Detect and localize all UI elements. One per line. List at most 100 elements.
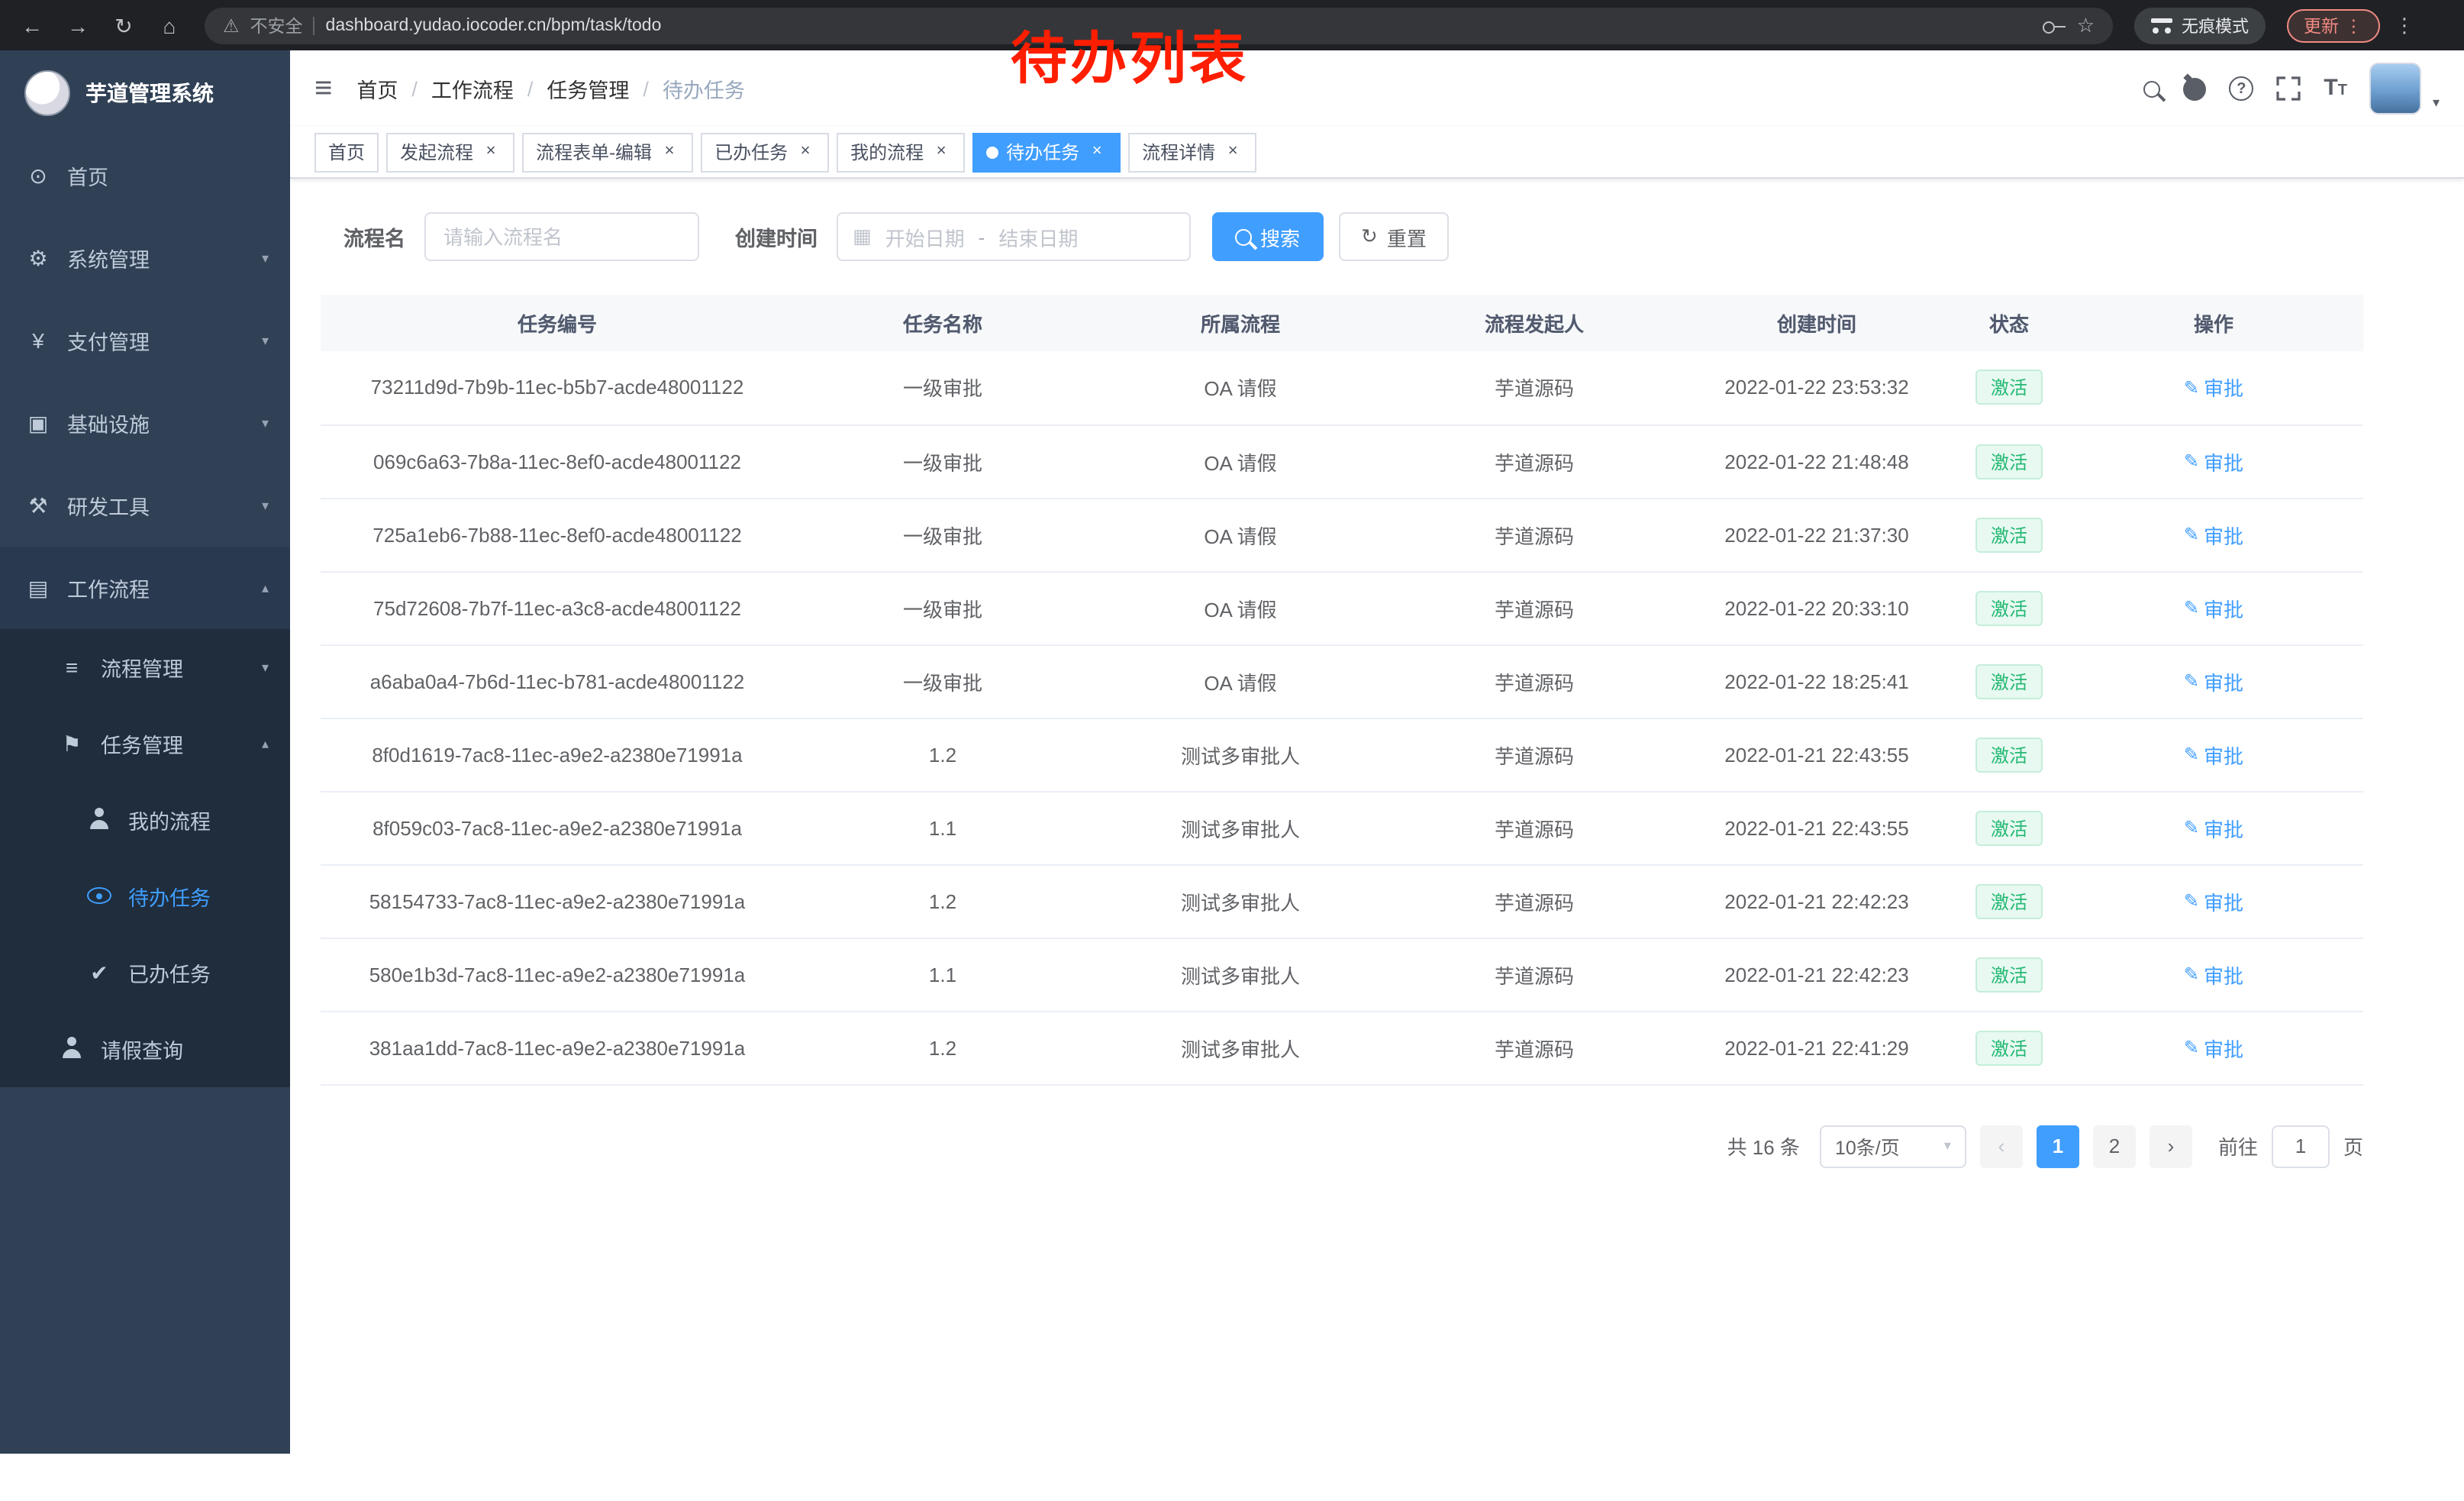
cell-initiator: 芋道源码 (1389, 1011, 1679, 1084)
breadcrumb-workflow[interactable]: 工作流程 (431, 73, 514, 104)
cell-initiator: 芋道源码 (1389, 644, 1679, 718)
font-size-icon[interactable]: TT (2324, 76, 2347, 101)
approve-link[interactable]: ✎审批 (2184, 960, 2243, 989)
table-header: 任务编号 任务名称 所属流程 流程发起人 创建时间 状态 操作 (321, 295, 2363, 351)
tab-launch-process[interactable]: 发起流程 × (386, 132, 514, 172)
close-icon[interactable]: × (1087, 142, 1107, 162)
browser-update-button[interactable]: 更新 ⋮ (2287, 8, 2379, 42)
approve-link[interactable]: ✎审批 (2184, 447, 2243, 476)
tab-home[interactable]: 首页 (314, 132, 379, 172)
browser-home-icon[interactable]: ⌂ (150, 5, 189, 45)
cell-task-id: 381aa1dd-7ac8-11ec-a9e2-a2380e71991a (321, 1011, 794, 1084)
browser-forward-icon[interactable]: → (58, 5, 98, 45)
cell-create-time: 2022-01-21 22:42:23 (1679, 938, 1954, 1011)
browser-menu-icon[interactable]: ⋮ (2395, 13, 2414, 37)
refresh-icon: ↻ (1361, 224, 1378, 249)
table-row: a6aba0a4-7b6d-11ec-b781-acde48001122 一级审… (321, 644, 2363, 718)
sidebar-item-todo-tasks[interactable]: 待办任务 (0, 858, 290, 934)
approve-link[interactable]: ✎审批 (2184, 1033, 2243, 1062)
eye-icon (85, 884, 113, 909)
approve-link[interactable]: ✎审批 (2184, 373, 2243, 402)
breadcrumb-home[interactable]: 首页 (356, 73, 398, 104)
approve-link[interactable]: ✎审批 (2184, 520, 2243, 549)
bookmark-star-icon[interactable]: ☆ (2077, 13, 2095, 37)
cell-task-name: 1.2 (794, 1011, 1092, 1084)
breadcrumb-task-mgmt[interactable]: 任务管理 (547, 73, 629, 104)
approve-link[interactable]: ✎审批 (2184, 667, 2243, 696)
password-key-icon[interactable] (2043, 15, 2066, 36)
sidebar-item-home[interactable]: ⊙ 首页 (0, 134, 290, 217)
app-logo[interactable]: 芋道管理系统 (0, 50, 290, 134)
edit-icon: ✎ (2184, 377, 2199, 399)
github-icon[interactable] (2183, 77, 2206, 100)
sidebar-item-infrastructure[interactable]: ▣ 基础设施 ▾ (0, 382, 290, 464)
sidebar-item-devtools[interactable]: ⚒ 研发工具 ▾ (0, 464, 290, 547)
sidebar-item-payment[interactable]: ¥ 支付管理 ▾ (0, 299, 290, 382)
sidebar-item-leave-query[interactable]: 请假查询 (0, 1011, 290, 1087)
prev-page-button[interactable]: ‹ (1980, 1125, 2023, 1167)
sidebar-item-my-process[interactable]: 我的流程 (0, 782, 290, 858)
status-badge: 激活 (1975, 370, 2043, 405)
user-avatar[interactable] (2370, 63, 2422, 115)
table-row: 8f059c03-7ac8-11ec-a9e2-a2380e71991a 1.1… (321, 791, 2363, 864)
tab-done-tasks[interactable]: 已办任务 × (701, 132, 829, 172)
cell-task-id: 580e1b3d-7ac8-11ec-a9e2-a2380e71991a (321, 938, 794, 1011)
close-icon[interactable]: × (481, 142, 501, 162)
goto-page-input[interactable] (2272, 1125, 2330, 1167)
search-button[interactable]: 搜索 (1211, 212, 1323, 261)
close-icon[interactable]: × (795, 142, 815, 162)
page-button-1[interactable]: 1 (2037, 1125, 2079, 1167)
process-name-input[interactable] (424, 212, 698, 261)
sidebar-item-done-tasks[interactable]: ✔ 已办任务 (0, 934, 290, 1011)
cell-process: OA 请假 (1092, 424, 1389, 498)
cell-initiator: 芋道源码 (1389, 498, 1679, 571)
cell-task-name: 1.1 (794, 938, 1092, 1011)
table-row: 381aa1dd-7ac8-11ec-a9e2-a2380e71991a 1.2… (321, 1011, 2363, 1084)
cell-task-name: 一级审批 (794, 644, 1092, 718)
help-icon[interactable] (2229, 76, 2253, 101)
cell-task-name: 1.2 (794, 718, 1092, 791)
page-button-2[interactable]: 2 (2093, 1125, 2136, 1167)
approve-link[interactable]: ✎审批 (2184, 593, 2243, 622)
cell-process: OA 请假 (1092, 571, 1389, 644)
yen-icon: ¥ (24, 328, 52, 353)
monitor-icon: ▣ (24, 410, 52, 436)
page-content: 流程名 创建时间 ▦ 开始日期 - 结束日期 搜索 ↻ (290, 179, 2464, 1167)
breadcrumb: 首页 工作流程 任务管理 待办任务 (356, 73, 745, 104)
tab-todo-tasks[interactable]: 待办任务 × (972, 132, 1121, 172)
page-size-select[interactable]: 10条/页 ▾ (1820, 1125, 1966, 1167)
approve-link[interactable]: ✎审批 (2184, 813, 2243, 842)
cell-task-id: 8f059c03-7ac8-11ec-a9e2-a2380e71991a (321, 791, 794, 864)
close-icon[interactable]: × (1223, 142, 1243, 162)
edit-icon: ✎ (2184, 964, 2199, 985)
search-icon[interactable] (2143, 80, 2160, 97)
sidebar-item-task-mgmt[interactable]: ⚑ 任务管理 ▴ (0, 705, 290, 782)
tab-my-process[interactable]: 我的流程 × (837, 132, 965, 172)
create-time-label: 创建时间 (735, 221, 818, 252)
tab-form-editor[interactable]: 流程表单-编辑 × (522, 132, 693, 172)
sidebar-item-system[interactable]: ⚙ 系统管理 ▾ (0, 217, 290, 299)
tab-process-detail[interactable]: 流程详情 × (1128, 132, 1256, 172)
close-icon[interactable]: × (660, 142, 679, 162)
avatar-caret-icon[interactable]: ▾ (2433, 94, 2440, 111)
sidebar-collapse-icon[interactable]: ≡ (314, 73, 332, 104)
fullscreen-icon[interactable] (2276, 76, 2301, 101)
close-icon[interactable]: × (931, 142, 951, 162)
check-icon: ✔ (85, 960, 113, 986)
sidebar-item-workflow[interactable]: ▤ 工作流程 ▴ (0, 547, 290, 629)
next-page-button[interactable]: › (2150, 1125, 2192, 1167)
cell-create-time: 2022-01-21 22:41:29 (1679, 1011, 1954, 1084)
approve-link[interactable]: ✎审批 (2184, 886, 2243, 915)
cell-task-id: 58154733-7ac8-11ec-a9e2-a2380e71991a (321, 864, 794, 938)
status-badge: 激活 (1975, 737, 2043, 772)
browser-reload-icon[interactable]: ↻ (104, 5, 144, 45)
status-badge: 激活 (1975, 1030, 2043, 1065)
sidebar-item-process-mgmt[interactable]: ≡ 流程管理 ▾ (0, 629, 290, 705)
cell-task-name: 一级审批 (794, 571, 1092, 644)
approve-link[interactable]: ✎审批 (2184, 740, 2243, 769)
reset-button[interactable]: ↻ 重置 (1338, 212, 1450, 261)
top-navbar: ≡ 首页 工作流程 任务管理 待办任务 TT (290, 50, 2464, 127)
date-range-picker[interactable]: ▦ 开始日期 - 结束日期 (836, 212, 1190, 261)
screen: ← → ↻ ⌂ ⚠ 不安全 dashboard.yudao.iocoder.cn… (0, 0, 2464, 1501)
browser-back-icon[interactable]: ← (12, 5, 52, 45)
